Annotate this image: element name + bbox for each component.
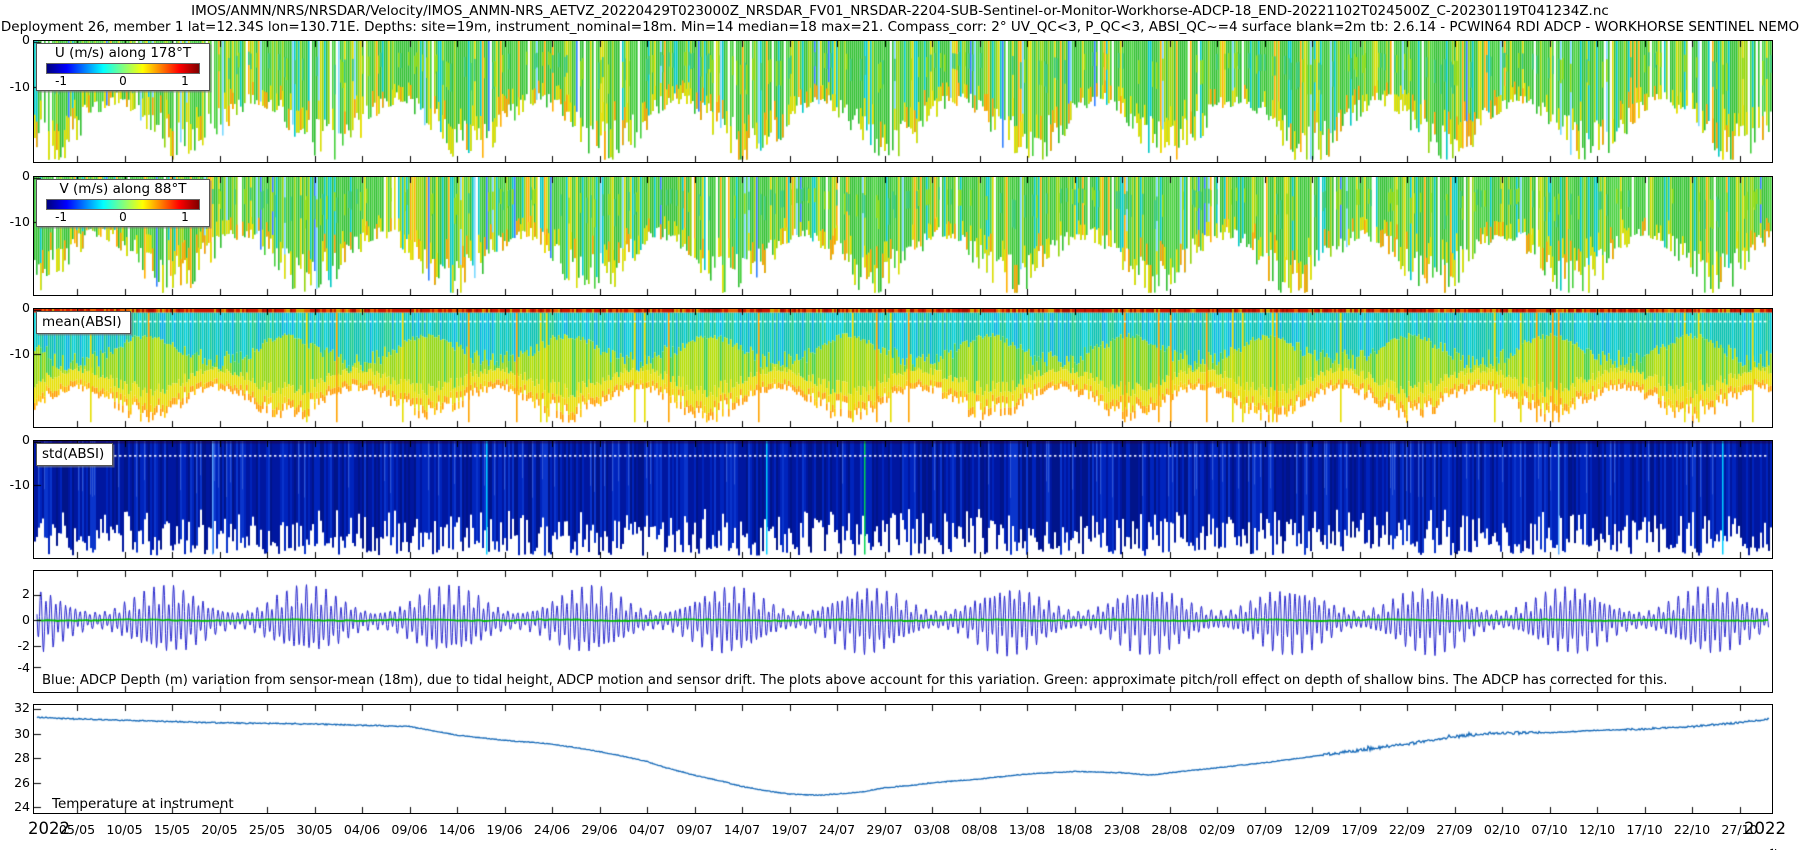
mean-absi-label: mean(ABSI): [36, 311, 131, 334]
y-tick-label: 24: [14, 799, 30, 815]
temperature-plot: [34, 705, 1772, 813]
panel-u-velocity: U (m/s) along 178°T -1 0 1: [33, 40, 1773, 163]
v-colorbar-legend: V (m/s) along 88°T -1 0 1: [36, 179, 210, 227]
x-tick-label: 27/10: [1721, 822, 1758, 837]
std-absi-heatmap: [34, 441, 1772, 558]
colorbar-tick-label: 0: [119, 74, 127, 88]
figure-subtitle: Deployment 26, member 1 lat=12.34S lon=1…: [0, 19, 1800, 35]
y-tick-label: 0: [22, 432, 30, 447]
y-tick-label: 28: [14, 749, 30, 765]
panel-depth-variation: Blue: ADCP Depth (m) variation from sens…: [33, 570, 1773, 693]
panel-v-velocity: V (m/s) along 88°T -1 0 1: [33, 176, 1773, 296]
colorbar-tick-label: 1: [181, 210, 189, 224]
y-tick-label: 0: [22, 611, 30, 627]
y-tick-label: 2: [22, 585, 30, 601]
u-velocity-heatmap: [34, 41, 1772, 162]
y-tick-label: -10: [9, 78, 30, 94]
figure-title: IMOS/ANMN/NRS/NRSDAR/Velocity/IMOS_ANMN-…: [191, 3, 1609, 19]
y-tick-label: -2: [17, 637, 30, 653]
u-colorbar: [46, 63, 200, 74]
panel-temperature: Temperature at instrument: [33, 704, 1773, 814]
panel-std-absi: std(ABSI): [33, 440, 1773, 559]
v-legend-title: V (m/s) along 88°T: [59, 181, 187, 197]
std-absi-label: std(ABSI): [36, 443, 114, 466]
y-tick-label: 30: [14, 725, 30, 741]
y-tick-label: -10: [9, 213, 30, 229]
adcp-figure: IMOS/ANMN/NRS/NRSDAR/Velocity/IMOS_ANMN-…: [0, 0, 1800, 850]
mean-absi-heatmap: [34, 309, 1772, 427]
u-colorbar-legend: U (m/s) along 178°T -1 0 1: [36, 43, 210, 91]
u-colorbar-ticks: -1 0 1: [37, 74, 209, 88]
y-tick-label: 0: [22, 168, 30, 183]
v-colorbar-ticks: -1 0 1: [37, 210, 209, 224]
y-tick-label: -10: [9, 477, 30, 493]
v-colorbar: [46, 199, 200, 210]
panel-mean-absi: mean(ABSI): [33, 308, 1773, 428]
temperature-label: Temperature at instrument: [52, 796, 234, 812]
y-tick-label: 26: [14, 775, 30, 791]
depth-variation-caption: Blue: ADCP Depth (m) variation from sens…: [42, 673, 1668, 688]
y-tick-label: -10: [9, 345, 30, 361]
colorbar-tick-label: 1: [181, 74, 189, 88]
u-legend-title: U (m/s) along 178°T: [54, 45, 192, 61]
colorbar-tick-label: 0: [119, 210, 127, 224]
y-tick-label: 32: [14, 700, 30, 716]
v-velocity-heatmap: [34, 177, 1772, 295]
colorbar-tick-label: -1: [55, 74, 68, 88]
y-tick-label: -4: [17, 660, 30, 676]
y-tick-label: 0: [22, 300, 30, 315]
colorbar-tick-label: -1: [55, 210, 68, 224]
y-tick-label: 0: [22, 32, 30, 47]
